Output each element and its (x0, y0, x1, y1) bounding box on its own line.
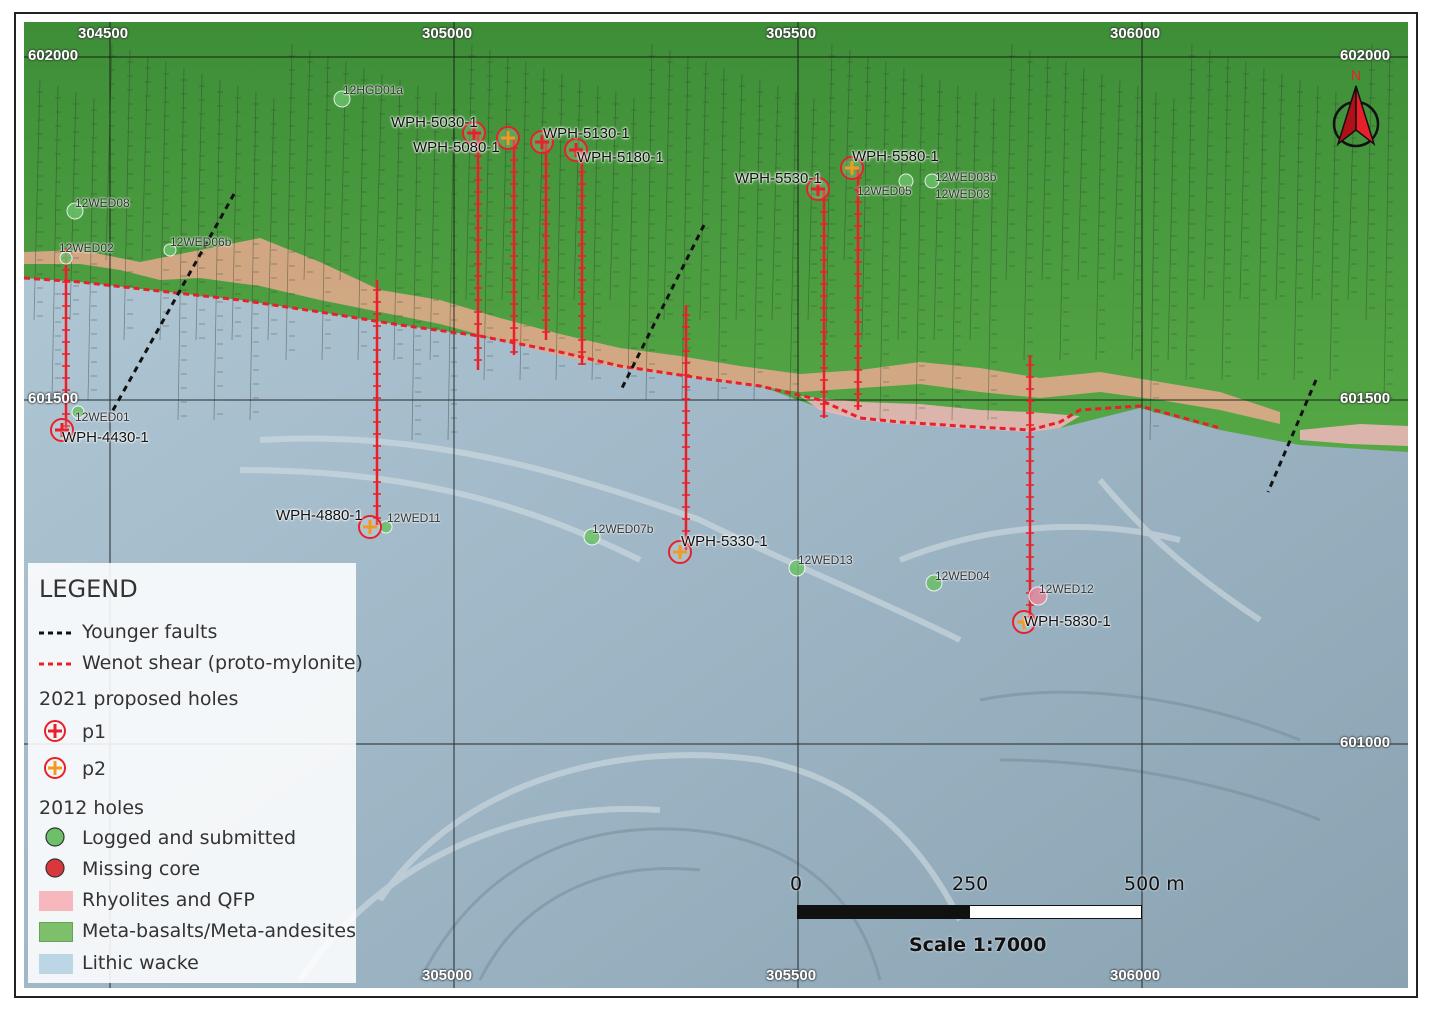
legend-label-wenot-shear: Wenot shear (proto-mylonite) (82, 652, 363, 674)
legend-label-logged: Logged and submitted (82, 827, 297, 849)
old-hole-label-12WED06b: 12WED06b (170, 235, 232, 249)
grid-label-bottom-305000: 305000 (422, 967, 473, 984)
hole-label-WPH-5580-1[interactable]: WPH-5580-1 (852, 148, 939, 165)
old-hole-label-12WED02: 12WED02 (59, 241, 114, 255)
legend-label-missing: Missing core (82, 858, 201, 880)
scale-bar-white-segment (969, 905, 1142, 919)
fault-line-icon (39, 631, 73, 635)
legend-label-rhyolites: Rhyolites and QFP (82, 889, 255, 911)
legend-heading-proposed: 2021 proposed holes (39, 688, 239, 710)
north-label: N (1351, 68, 1361, 83)
scale-tick-250: 250 (952, 873, 989, 895)
p2-marker-icon (44, 757, 66, 779)
old-hole-label-12WED04: 12WED04 (935, 569, 990, 583)
legend-label-lithic-wacke: Lithic wacke (82, 952, 199, 974)
scale-tick-0: 0 (790, 873, 803, 895)
hole-label-WPH-4430-1[interactable]: WPH-4430-1 (62, 429, 149, 446)
old-hole-label-12WED07b: 12WED07b (592, 522, 654, 536)
legend-heading-2012-holes: 2012 holes (39, 797, 144, 819)
scale-bar-black-segment (797, 905, 971, 919)
north-arrow-icon: N (1332, 68, 1380, 148)
grid-label-top-304500: 304500 (78, 25, 129, 42)
grid-label-top-306000: 306000 (1110, 25, 1161, 42)
scale-bar: 0 250 500 m Scale 1:7000 (760, 870, 1200, 970)
legend-label-p2: p2 (82, 758, 107, 780)
hole-label-WPH-5830-1[interactable]: WPH-5830-1 (1024, 613, 1111, 630)
hole-label-WPH-5030-1[interactable]: WPH-5030-1 (391, 114, 478, 131)
hole-label-WPH-5180-1[interactable]: WPH-5180-1 (577, 149, 664, 166)
meta-basalts-swatch (39, 922, 73, 942)
grid-label-left-602000: 602000 (28, 47, 79, 64)
hole-label-WPH-5080-1[interactable]: WPH-5080-1 (413, 139, 500, 156)
lithic-wacke-swatch (39, 954, 73, 974)
old-hole-label-12WED03: 12WED03 (935, 187, 990, 201)
old-hole-label-12WED03b: 12WED03b (935, 170, 997, 184)
hole-label-WPH-5330-1[interactable]: WPH-5330-1 (681, 533, 768, 550)
legend-label-p1: p1 (82, 721, 107, 743)
grid-label-left-601500: 601500 (28, 390, 79, 407)
scale-tick-500: 500 m (1124, 873, 1185, 895)
old-hole-label-12WED08: 12WED08 (75, 196, 130, 210)
grid-label-top-305000: 305000 (422, 25, 473, 42)
old-hole-label-12WED12: 12WED12 (1039, 582, 1094, 596)
old-hole-label-12WED01: 12WED01 (75, 410, 130, 424)
old-hole-label-12WED13: 12WED13 (798, 553, 853, 567)
scale-text: Scale 1:7000 (909, 934, 1047, 956)
hole-label-WPH-4880-1[interactable]: WPH-4880-1 (276, 507, 363, 524)
old-hole-label-12HGD01a: 12HGD01a (343, 83, 404, 97)
proposed-hole-marker-WPH-5080-1[interactable] (496, 126, 520, 150)
legend-label-meta-basalts: Meta-basalts/Meta-andesites (82, 920, 356, 942)
p1-marker-icon (44, 720, 66, 742)
old-hole-label-12WED05: 12WED05 (857, 184, 912, 198)
missing-dot-icon (45, 858, 65, 878)
rhyolites-swatch (39, 891, 73, 911)
grid-label-right-602000: 602000 (1340, 47, 1391, 64)
grid-label-top-305500: 305500 (766, 25, 817, 42)
legend-title: LEGEND (39, 575, 138, 603)
hole-label-WPH-5130-1[interactable]: WPH-5130-1 (543, 125, 630, 142)
legend-label-younger-faults: Younger faults (82, 621, 218, 643)
logged-dot-icon (45, 827, 65, 847)
grid-label-right-601000: 601000 (1340, 734, 1391, 751)
grid-label-right-601500: 601500 (1340, 390, 1391, 407)
shear-line-icon (39, 662, 73, 666)
hole-label-WPH-5530-1[interactable]: WPH-5530-1 (735, 170, 822, 187)
legend-panel: LEGEND Younger faults Wenot shear (proto… (28, 563, 363, 983)
old-hole-label-12WED11: 12WED11 (387, 511, 441, 525)
